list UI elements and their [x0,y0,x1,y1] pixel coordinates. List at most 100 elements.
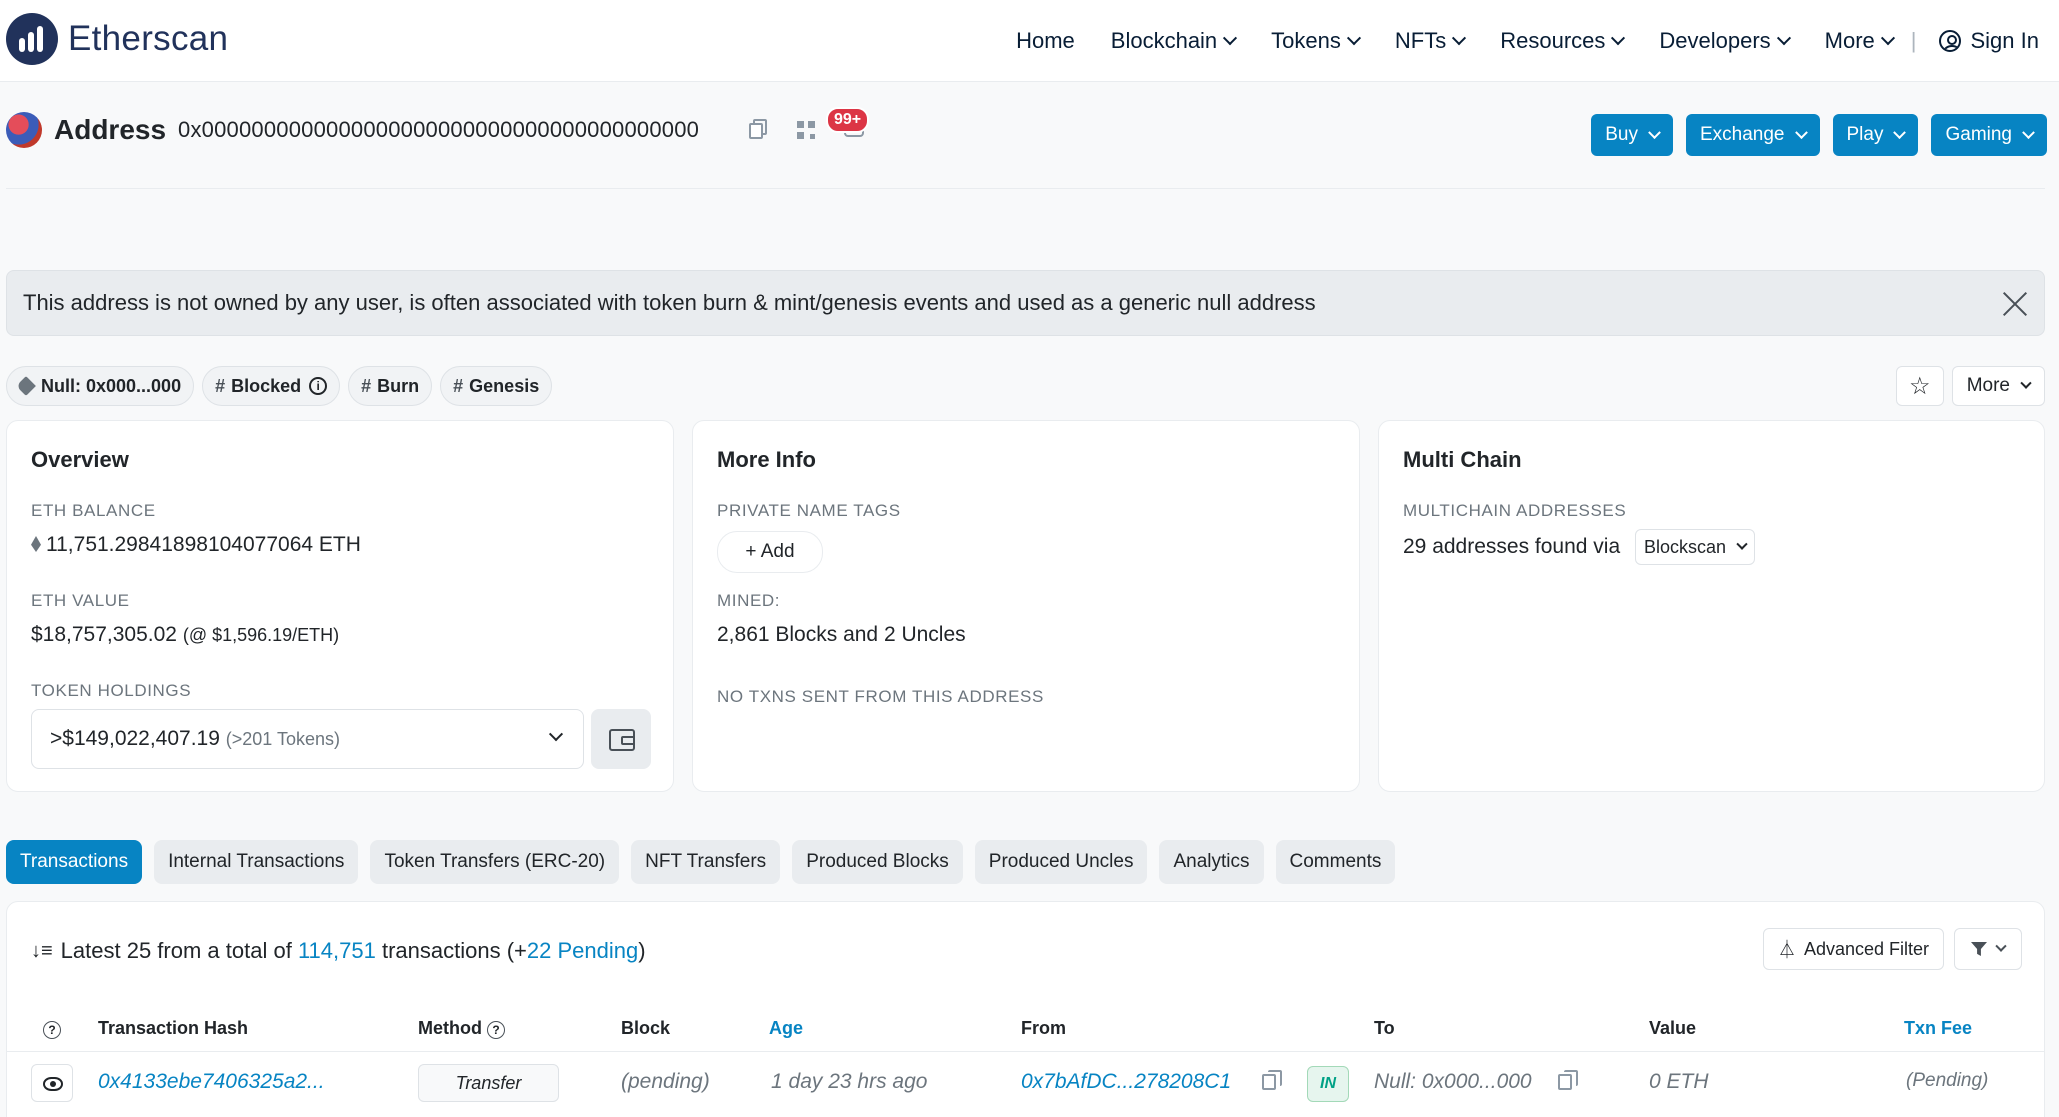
nav-home[interactable]: Home [1016,28,1075,54]
tag-burn-label: Burn [377,375,420,396]
alert-text: This address is not owned by any user, i… [23,290,1316,315]
gaming-button[interactable]: Gaming [1931,114,2047,156]
tag-genesis[interactable]: # Genesis [440,366,553,406]
tab-produced-blocks[interactable]: Produced Blocks [792,840,963,884]
token-holdings-count: (>201 Tokens) [225,728,341,749]
eth-value-label: ETH VALUE [31,591,130,610]
txn-to: Null: 0x000...000 [1374,1070,1532,1093]
nav-more-label: More [1824,28,1875,53]
token-holdings-dropdown[interactable]: >$149,022,407.19 (>201 Tokens) [31,709,584,769]
nav-developers-label: Developers [1659,28,1771,53]
buy-button[interactable]: Buy [1591,114,1673,156]
close-icon[interactable] [2002,291,2028,317]
buy-label: Buy [1605,124,1638,145]
chevron-down-icon [1223,31,1238,46]
token-holdings-label: TOKEN HOLDINGS [31,681,192,700]
nav-nfts-label: NFTs [1394,28,1447,53]
txn-hash-link[interactable]: 0x4133ebe7406325a2... [98,1070,325,1094]
divider [6,188,2045,189]
nav-developers[interactable]: Developers [1659,28,1791,54]
header-to: To [1374,1018,1395,1038]
chevron-down-icon [1893,125,1907,139]
table-row: 0x4133ebe7406325a2... Transfer (pending)… [7,1054,2044,1110]
chevron-down-icon [2020,377,2032,389]
nav-tokens[interactable]: Tokens [1271,28,1361,54]
header-value: Value [1649,1018,1697,1038]
address-header: Address 0x000000000000000000000000000000… [6,112,865,148]
tab-nft-transfers[interactable]: NFT Transfers [631,840,781,884]
txn-total-link[interactable]: 114,751 [298,938,376,964]
etherscan-logo-icon [6,13,58,65]
tag-null[interactable]: Null: 0x000...000 [6,366,195,406]
chevron-down-icon [2022,125,2035,139]
tab-internal-transactions[interactable]: Internal Transactions [154,840,359,884]
header-txn-fee[interactable]: Txn Fee [1904,1018,1972,1039]
header-from: From [1021,1018,1066,1038]
nav-nfts[interactable]: NFTs [1394,28,1467,54]
help-icon[interactable]: ? [487,1021,505,1039]
etherscan-logo[interactable]: Etherscan [6,13,228,65]
pending-link[interactable]: 22 Pending [527,938,638,964]
filter-dropdown-button[interactable] [1954,928,2022,970]
more-info-card: More Info PRIVATE NAME TAGS + Add MINED:… [692,420,1360,792]
eth-balance: 11,751.29841898104077064 ETH [31,533,361,557]
tab-analytics[interactable]: Analytics [1159,840,1264,884]
star-icon[interactable]: ☆ [1895,366,1944,406]
tab-produced-uncles[interactable]: Produced Uncles [974,840,1148,884]
tab-transactions[interactable]: Transactions [6,840,143,884]
address-hash: 0x00000000000000000000000000000000000000… [178,117,700,142]
tag-icon [16,376,36,396]
play-button[interactable]: Play [1832,114,1919,156]
tag-burn[interactable]: # Burn [348,366,433,406]
direction-badge: IN [1307,1066,1349,1102]
advanced-filter-icon: ⏃ [1777,940,1796,960]
eye-icon[interactable] [31,1064,73,1102]
wallet-icon[interactable] [591,709,651,769]
add-name-tag-button[interactable]: + Add [717,531,823,573]
tab-comments[interactable]: Comments [1275,840,1396,884]
advanced-filter-button[interactable]: ⏃ Advanced Filter [1762,928,1944,970]
chevron-down-icon [1794,125,1808,139]
table-header: ? Transaction Hash Method ? Block Age Fr… [7,1010,2044,1052]
tag-blocked-label: Blocked [231,375,302,396]
filter-icon [1971,942,1987,956]
nav-more[interactable]: More [1824,28,1895,54]
main-nav: Home Blockchain Tokens NFTs Resources De… [980,0,2039,82]
tab-token-transfers[interactable]: Token Transfers (ERC-20) [370,840,620,884]
eth-value: $18,757,305.02 (@ $1,596.19/ETH) [31,623,339,647]
txn-summary: ↓≡ Latest 25 from a total of 114,751 tra… [31,938,646,964]
nav-blockchain[interactable]: Blockchain [1111,28,1238,54]
chevron-down-icon [1648,125,1661,139]
copy-icon[interactable] [1558,1070,1578,1090]
chevron-down-icon [548,727,564,742]
txn-summary-prefix: Latest 25 from a total of [60,938,292,963]
null-address-alert: This address is not owned by any user, i… [6,270,2045,336]
more-button[interactable]: More [1951,366,2045,406]
overview-card: Overview ETH BALANCE 11,751.298418981040… [6,420,674,792]
blockscan-dropdown[interactable]: Blockscan [1635,529,1756,565]
copy-icon[interactable] [747,119,769,141]
multichain-value: 29 addresses found via [1403,535,1621,558]
tag-blocked[interactable]: # Blocked i [202,366,341,406]
help-icon[interactable]: ? [43,1018,61,1039]
nav-resources[interactable]: Resources [1500,28,1626,54]
address-label: Address [54,114,167,145]
overview-title: Overview [31,447,129,472]
copy-icon[interactable] [1262,1070,1282,1090]
site-header: Etherscan Home Blockchain Tokens NFTs Re… [0,0,2059,82]
exchange-button[interactable]: Exchange [1685,114,1820,156]
qr-code-icon[interactable] [795,119,817,141]
sign-in-link[interactable]: Sign In [1938,28,2039,54]
txn-from-link[interactable]: 0x7bAfDC...278208C1 [1021,1070,1231,1094]
mined-value: 2,861 Blocks and 2 Uncles [717,623,966,646]
gaming-label: Gaming [1945,124,2012,145]
txn-fee: (Pending) [1906,1070,1989,1091]
eth-balance-value: 11,751.29841898104077064 ETH [46,533,361,556]
tag-genesis-label: Genesis [469,375,540,396]
address-avatar [6,112,42,148]
transactions-card: ↓≡ Latest 25 from a total of 114,751 tra… [6,901,2045,1117]
hash-icon: # [215,375,226,396]
header-age[interactable]: Age [769,1018,803,1039]
token-holdings-value: >$149,022,407.19 [50,727,220,750]
nav-resources-label: Resources [1500,28,1606,53]
